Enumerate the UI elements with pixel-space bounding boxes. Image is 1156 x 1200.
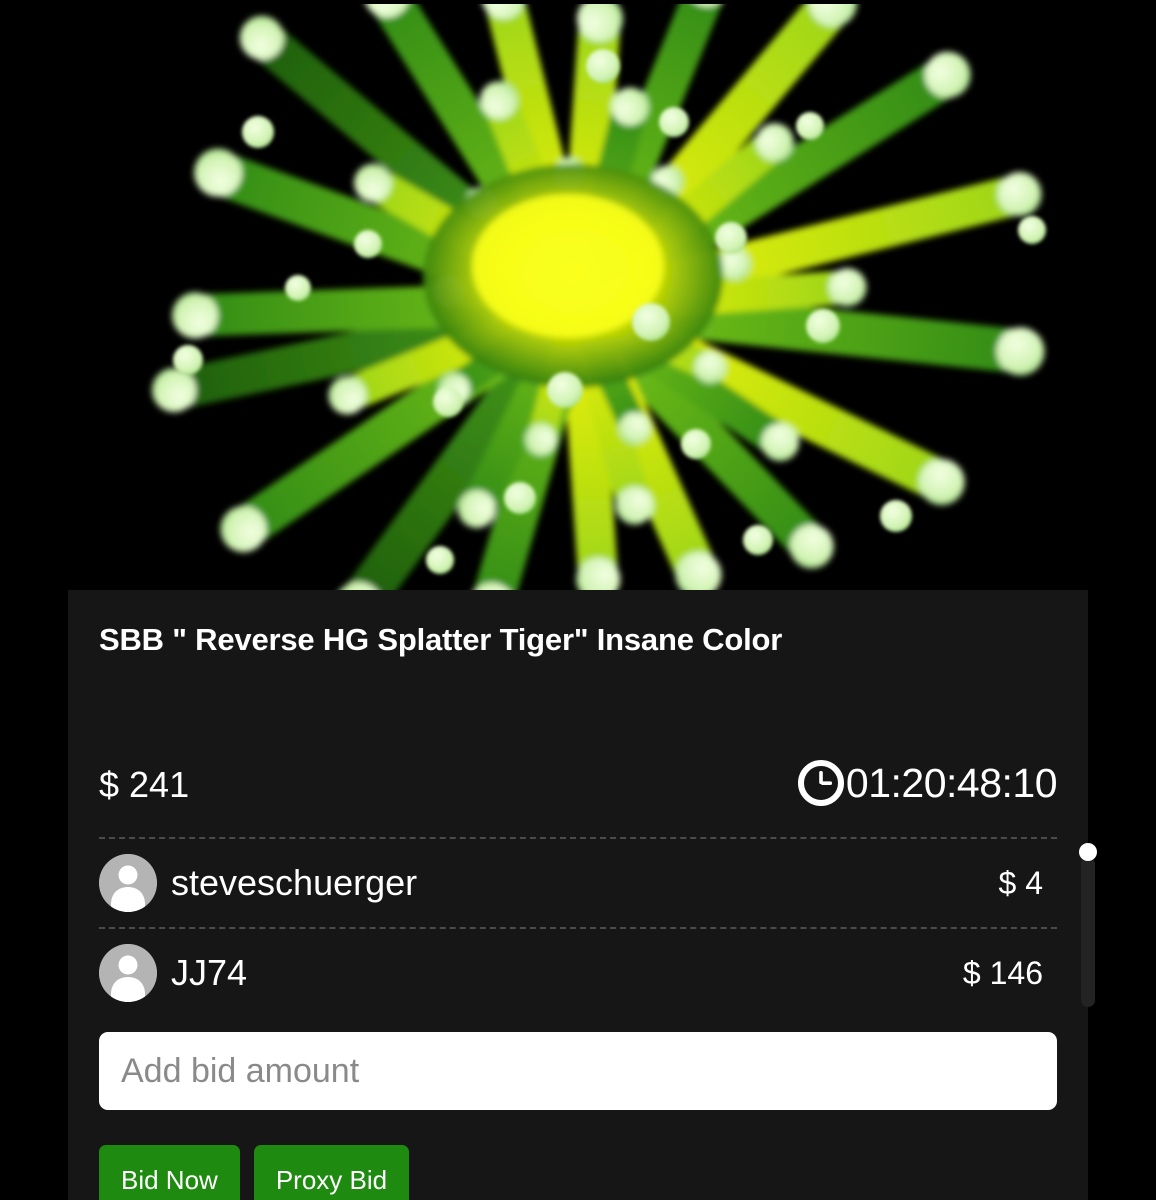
clock-icon [797,760,844,806]
countdown-timer: 01:20:48:10 [797,760,1058,806]
listing-details-card: SBB " Reverse HG Splatter Tiger" Insane … [68,590,1097,1200]
bid-actions: Bid Now Proxy Bid [99,1145,410,1200]
listing-title: SBB " Reverse HG Splatter Tiger" Insane … [99,622,783,657]
bidder-name: JJ74 [171,952,248,993]
bid-amount: $ 146 [962,954,1043,991]
listing-photo[interactable] [68,4,1090,590]
user-avatar-icon [99,854,157,912]
list-item[interactable]: steveschuerger $ 4 [99,839,1057,927]
list-item[interactable]: JJ74 $ 146 [99,929,1057,1017]
bid-amount: $ 4 [998,864,1043,901]
time-remaining: 01:20:48:10 [845,760,1058,806]
current-price: $ 241 [99,764,190,805]
bid-list-scrollbar-track[interactable] [1081,857,1095,1007]
auction-listing-page: SBB " Reverse HG Splatter Tiger" Insane … [0,0,1156,1200]
bid-list-scrollbar-thumb[interactable] [1079,843,1097,861]
price-and-timer-row: $ 241 01:20:48:10 [99,760,1058,822]
user-avatar-icon [99,944,157,1002]
bid-amount-input[interactable] [99,1032,1057,1110]
bid-history-list[interactable]: steveschuerger $ 4 JJ74 $ 146 [99,837,1097,1017]
proxy-bid-button[interactable]: Proxy Bid [253,1145,410,1200]
bid-now-button[interactable]: Bid Now [99,1145,240,1200]
bidder-name: steveschuerger [171,862,418,903]
coral-macro-illustration [68,4,1090,590]
